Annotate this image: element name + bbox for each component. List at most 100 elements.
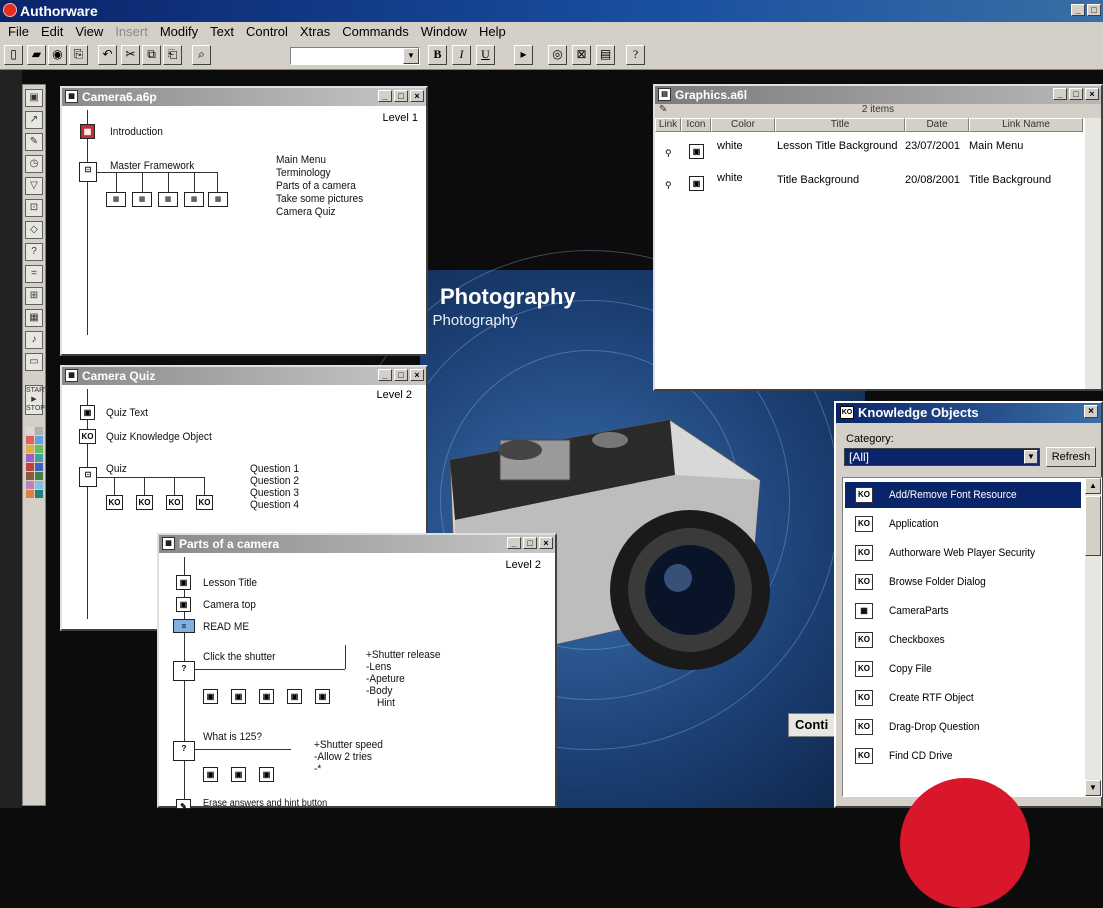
display-icon[interactable]: ▣ [259, 767, 274, 782]
scroll-thumb[interactable] [1085, 496, 1101, 556]
menu-file[interactable]: File [2, 22, 35, 42]
italic-button[interactable]: I [452, 45, 471, 65]
list-item[interactable]: KO Copy File [845, 656, 1081, 682]
maximize-icon[interactable]: □ [1069, 88, 1083, 100]
framework-icon[interactable]: ⊡ [79, 467, 97, 487]
menu-modify[interactable]: Modify [154, 22, 204, 42]
map-icon[interactable]: ▦ [80, 124, 95, 139]
maximize-icon[interactable]: □ [1087, 4, 1101, 16]
display-icon[interactable]: ▣ [176, 597, 191, 612]
movie-icon[interactable]: ▦ [25, 309, 43, 327]
framework-icon[interactable]: ⊡ [79, 162, 97, 182]
menu-edit[interactable]: Edit [35, 22, 69, 42]
minimize-icon[interactable]: _ [507, 537, 521, 549]
close-icon[interactable]: × [1084, 405, 1098, 418]
interaction-label[interactable]: Click the shutter [203, 651, 276, 663]
navigate-icon[interactable]: ▽ [25, 177, 43, 195]
list-item[interactable]: KO Application [845, 511, 1081, 537]
scroll-down-icon[interactable]: ▼ [1085, 780, 1101, 796]
motion-icon[interactable]: ↗ [25, 111, 43, 129]
column-header[interactable]: Link Name [969, 118, 1083, 132]
knowledge-object-icon[interactable]: KO [196, 495, 213, 510]
menu-insert[interactable]: Insert [109, 22, 154, 42]
display-icon[interactable]: ▣ [231, 689, 246, 704]
map-icon[interactable]: ▦ [132, 192, 152, 207]
paste-icon[interactable]: ⎗ [163, 45, 182, 65]
column-header[interactable]: Title [775, 118, 905, 132]
framework-label[interactable]: Master Framework [110, 160, 194, 172]
list-item[interactable]: ▦ CameraParts [845, 598, 1081, 624]
display-icon[interactable]: ▣ [203, 689, 218, 704]
column-header[interactable]: Link [655, 118, 681, 132]
knowledge-object-icon[interactable]: KO [136, 495, 153, 510]
display-icon[interactable]: ▣ [25, 89, 43, 107]
cut-icon[interactable]: ✂ [121, 45, 140, 65]
map-icon[interactable]: ▦ [184, 192, 204, 207]
find-icon[interactable]: ⌕ [192, 45, 211, 65]
flow-icon-label[interactable]: READ ME [203, 621, 249, 633]
display-icon[interactable]: ▣ [231, 767, 246, 782]
continue-button[interactable]: Conti [788, 713, 838, 737]
flow-icon-label[interactable]: Lesson Title [203, 577, 257, 589]
column-header[interactable]: Color [711, 118, 775, 132]
import-icon[interactable]: ⎘ [69, 45, 88, 65]
map-icon[interactable]: ▦ [208, 192, 228, 207]
map-icon[interactable]: ▦ [106, 192, 126, 207]
framework-icon[interactable]: ⊡ [25, 199, 43, 217]
new-file-icon[interactable]: ▯ [4, 45, 23, 65]
menu-xtras[interactable]: Xtras [294, 22, 336, 42]
bold-button[interactable]: B [428, 45, 447, 65]
copy-icon[interactable]: ⧉ [142, 45, 161, 65]
display-icon[interactable]: ▣ [176, 575, 191, 590]
scroll-up-icon[interactable]: ▲ [1085, 478, 1101, 494]
framework-label[interactable]: Quiz [106, 463, 127, 475]
knowledge-object-icon[interactable]: KO [79, 429, 96, 444]
undo-icon[interactable]: ↶ [98, 45, 117, 65]
display-icon[interactable]: ▣ [287, 689, 302, 704]
flow-icon-label[interactable]: Quiz Text [106, 407, 148, 419]
menu-help[interactable]: Help [473, 22, 512, 42]
list-item[interactable]: KO Create RTF Object [845, 685, 1081, 711]
menu-window[interactable]: Window [415, 22, 473, 42]
menu-commands[interactable]: Commands [336, 22, 414, 42]
close-icon[interactable]: × [410, 369, 424, 381]
sound-icon[interactable]: ♪ [25, 331, 43, 349]
knowledge-titlebar[interactable]: KO Knowledge Objects × [836, 403, 1101, 423]
flow-icon-label[interactable]: Introduction [110, 126, 163, 138]
graphics-titlebar[interactable]: ▤ Graphics.a6l _ □ × [655, 86, 1101, 104]
column-header[interactable]: Date [905, 118, 969, 132]
scrollbar[interactable] [1085, 118, 1101, 389]
category-select[interactable]: [All] ▼ [844, 448, 1040, 466]
save-all-icon[interactable]: ◉ [48, 45, 67, 65]
menu-view[interactable]: View [69, 22, 109, 42]
maximize-icon[interactable]: □ [394, 369, 408, 381]
chevron-down-icon[interactable]: ▼ [1024, 450, 1038, 464]
maximize-icon[interactable]: □ [523, 537, 537, 549]
display-icon[interactable]: ▣ [80, 405, 95, 420]
interaction-icon[interactable]: ? [25, 243, 43, 261]
text-style-combo[interactable]: ▼ [290, 47, 420, 65]
flow-icon-label[interactable]: Erase answers and hint button [203, 798, 327, 809]
start-stop-flag-icon[interactable]: START ▶ STOP [25, 385, 48, 415]
list-item[interactable]: KO Browse Folder Dialog [845, 569, 1081, 595]
chevron-down-icon[interactable]: ▼ [403, 48, 419, 64]
maximize-icon[interactable]: □ [394, 90, 408, 102]
list-scrollbar[interactable]: ▲ ▼ [1085, 478, 1101, 796]
close-icon[interactable]: × [539, 537, 553, 549]
list-item[interactable]: KO Drag-Drop Question [845, 714, 1081, 740]
map-icon[interactable]: ▦ [158, 192, 178, 207]
list-item[interactable]: KO Authorware Web Player Security [845, 540, 1081, 566]
quiz-titlebar[interactable]: ▦ Camera Quiz _ □ × [62, 367, 426, 385]
knowledge-object-icon[interactable]: KO [106, 495, 123, 510]
pencil-icon[interactable]: ✎ [659, 104, 667, 115]
refresh-button[interactable]: Refresh [1046, 447, 1096, 467]
help-pointer-icon[interactable]: ? [626, 45, 645, 65]
video-icon[interactable]: ▭ [25, 353, 43, 371]
erase-icon[interactable]: ✎ [25, 133, 43, 151]
camera6-titlebar[interactable]: ▦ Camera6.a6p _ □ × [62, 88, 426, 106]
list-item[interactable]: KO Checkboxes [845, 627, 1081, 653]
underline-button[interactable]: U [476, 45, 495, 65]
interaction-icon[interactable]: ? [173, 741, 195, 761]
list-item[interactable]: KO Add/Remove Font Resource [845, 482, 1081, 508]
interaction-label[interactable]: What is 125? [203, 731, 262, 743]
